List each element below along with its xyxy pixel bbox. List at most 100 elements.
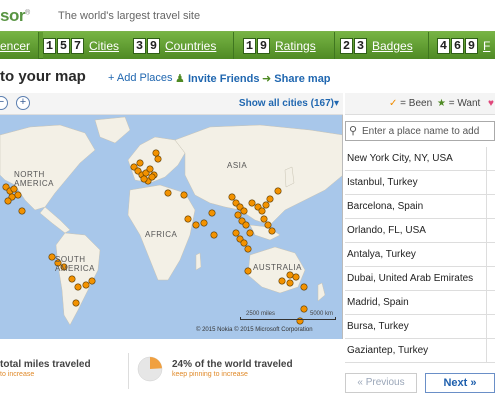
map-pin[interactable] bbox=[74, 283, 82, 291]
list-item[interactable]: Istanbul, Turkey bbox=[345, 171, 495, 195]
stats-last[interactable]: 4 6 9 F bbox=[429, 32, 495, 59]
map-pin[interactable] bbox=[82, 281, 90, 289]
map-pin[interactable] bbox=[258, 207, 266, 215]
map-pin[interactable] bbox=[140, 175, 148, 183]
list-item[interactable]: Bursa, Turkey bbox=[345, 315, 495, 339]
map-label-north-america: NORTH AMERICA bbox=[14, 170, 54, 188]
travel-summary: total miles traveled to increase 24% of … bbox=[0, 345, 343, 400]
map-label-africa: AFRICA bbox=[145, 230, 178, 239]
map-pin[interactable] bbox=[200, 219, 208, 227]
stats-ratings[interactable]: 1 9 Ratings bbox=[234, 32, 334, 59]
person-icon: ♟ bbox=[175, 73, 185, 85]
cities-counter: 1 5 7 bbox=[43, 37, 84, 54]
next-button[interactable]: Next » bbox=[425, 373, 495, 393]
search-icon: ⚲ bbox=[349, 125, 358, 137]
map-pin[interactable] bbox=[260, 215, 268, 223]
places-panel: ⚲ New York City, NY, USA Istanbul, Turke… bbox=[345, 115, 495, 400]
map-pin[interactable] bbox=[246, 229, 254, 237]
map-pin[interactable] bbox=[164, 189, 172, 197]
map-label-asia: ASIA bbox=[227, 161, 248, 170]
map-pin[interactable] bbox=[244, 267, 252, 275]
heart-icon: ♥ bbox=[488, 98, 494, 109]
map-pin[interactable] bbox=[242, 221, 250, 229]
previous-button[interactable]: « Previous bbox=[345, 373, 417, 393]
map-pin[interactable] bbox=[286, 271, 294, 279]
map-pin[interactable] bbox=[266, 195, 274, 203]
list-item[interactable]: Madrid, Spain bbox=[345, 291, 495, 315]
map-pin[interactable] bbox=[14, 191, 22, 199]
map-pin[interactable] bbox=[208, 209, 216, 217]
site-logo[interactable]: sor® bbox=[0, 6, 30, 26]
travel-stats-bar: encer 1 5 7 Cities 3 9 Countries 1 9 Rat… bbox=[0, 31, 495, 59]
map-scale: 2500 miles 5000 km bbox=[240, 311, 340, 325]
map-pin[interactable] bbox=[184, 215, 192, 223]
place-search-input[interactable] bbox=[362, 123, 494, 139]
map-pin[interactable] bbox=[300, 283, 308, 291]
pin-legend: ✓ = Been ★ = Want ♥ bbox=[345, 93, 495, 115]
map-pin[interactable] bbox=[268, 227, 276, 235]
stats-badges[interactable]: 2 3 Badges bbox=[335, 32, 428, 59]
list-item[interactable]: Barcelona, Spain bbox=[345, 195, 495, 219]
map-pin[interactable] bbox=[154, 155, 162, 163]
last-link[interactable]: F bbox=[483, 39, 490, 53]
map-pin[interactable] bbox=[180, 191, 188, 199]
map-pin[interactable] bbox=[18, 207, 26, 215]
invite-friends-link[interactable]: ♟ Invite Friends bbox=[175, 72, 259, 85]
map-canvas bbox=[0, 116, 342, 326]
map-pin[interactable] bbox=[192, 221, 200, 229]
place-search[interactable]: ⚲ bbox=[345, 121, 495, 141]
last-counter: 4 6 9 bbox=[437, 37, 478, 54]
map-pin[interactable] bbox=[240, 239, 248, 247]
map-pin[interactable] bbox=[210, 231, 218, 239]
add-places-link[interactable]: + Add Places bbox=[108, 72, 173, 84]
map-pin[interactable] bbox=[274, 187, 282, 195]
world-map[interactable]: NORTH AMERICA ASIA AFRICA SOUTH AMERICA … bbox=[0, 115, 343, 339]
map-pin[interactable] bbox=[262, 201, 270, 209]
map-pin[interactable] bbox=[240, 207, 248, 215]
map-pin[interactable] bbox=[244, 245, 252, 253]
map-pin[interactable] bbox=[152, 149, 160, 157]
check-icon: ✓ bbox=[389, 98, 398, 109]
share-map-link[interactable]: ➜ Share map bbox=[262, 72, 331, 85]
cities-link[interactable]: Cities bbox=[89, 39, 119, 53]
countries-link[interactable]: Countries bbox=[165, 39, 216, 53]
map-pin[interactable] bbox=[248, 199, 256, 207]
show-all-cities-dropdown[interactable]: Show all cities (167)▾ bbox=[239, 98, 339, 109]
first-segment-label[interactable]: encer bbox=[0, 39, 30, 53]
map-controls: − + Show all cities (167)▾ bbox=[0, 93, 343, 115]
page-title: to your map bbox=[0, 68, 86, 85]
map-pin[interactable] bbox=[146, 165, 154, 173]
list-item[interactable]: Orlando, FL, USA bbox=[345, 219, 495, 243]
map-pin[interactable] bbox=[136, 159, 144, 167]
map-pin[interactable] bbox=[228, 193, 236, 201]
list-item[interactable]: New York City, NY, USA bbox=[345, 147, 495, 171]
map-pin[interactable] bbox=[292, 273, 300, 281]
legend-been: ✓ = Been bbox=[389, 98, 433, 109]
list-item[interactable]: Dubai, United Arab Emirates bbox=[345, 267, 495, 291]
stats-first-segment[interactable]: encer bbox=[0, 32, 38, 59]
map-pin[interactable] bbox=[72, 299, 80, 307]
map-label-south-america: SOUTH AMERICA bbox=[55, 255, 95, 273]
map-label-australia: AUSTRALIA bbox=[253, 263, 302, 272]
map-pin[interactable] bbox=[4, 197, 12, 205]
zoom-out-button[interactable]: − bbox=[0, 96, 8, 110]
arrow-right-icon: ➜ bbox=[262, 73, 272, 85]
list-item[interactable]: Gaziantep, Turkey bbox=[345, 339, 495, 363]
map-pin[interactable] bbox=[68, 275, 76, 283]
badges-link[interactable]: Badges bbox=[372, 39, 413, 53]
map-pin[interactable] bbox=[264, 221, 272, 229]
ratings-link[interactable]: Ratings bbox=[275, 39, 316, 53]
zoom-in-button[interactable]: + bbox=[16, 96, 30, 110]
map-copyright: © 2015 Nokia © 2015 Microsoft Corporatio… bbox=[196, 327, 313, 333]
map-pin[interactable] bbox=[278, 277, 286, 285]
map-pin[interactable] bbox=[232, 229, 240, 237]
map-pin[interactable] bbox=[148, 173, 156, 181]
ratings-counter: 1 9 bbox=[243, 37, 270, 54]
list-item[interactable]: Antalya, Turkey bbox=[345, 243, 495, 267]
map-pin[interactable] bbox=[286, 279, 294, 287]
map-pin[interactable] bbox=[88, 277, 96, 285]
stats-countries[interactable]: 3 9 Countries bbox=[133, 32, 233, 59]
map-pin[interactable] bbox=[234, 211, 242, 219]
legend-want: ★ = Want bbox=[437, 98, 481, 109]
chevron-down-icon: ▾ bbox=[333, 98, 339, 109]
